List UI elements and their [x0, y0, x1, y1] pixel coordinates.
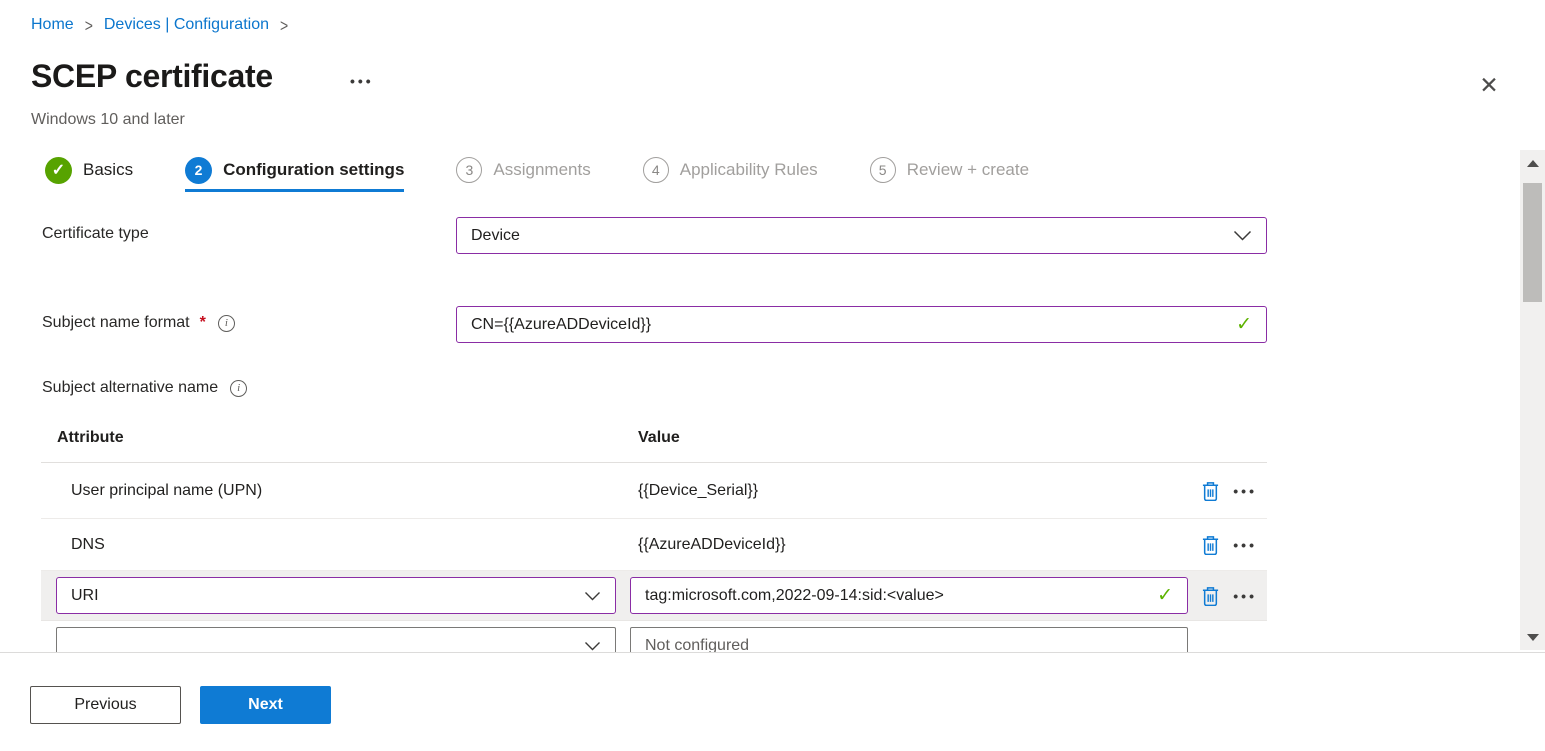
value-input[interactable]: [645, 586, 1150, 605]
wizard-steps: ✓ Basics 2 Configuration settings 3 Assi…: [45, 149, 1081, 192]
attribute-dropdown-value: URI: [71, 586, 99, 604]
subject-name-format-field[interactable]: ✓: [456, 306, 1267, 343]
delete-row-icon[interactable]: [1201, 534, 1220, 555]
step-2-badge: 2: [185, 156, 213, 184]
info-icon[interactable]: i: [230, 379, 248, 397]
column-header-value: Value: [638, 428, 680, 446]
san-table-header: Attribute Value: [41, 413, 1267, 463]
step-assignments-label: Assignments: [493, 160, 591, 179]
step-basics-label: Basics: [83, 160, 134, 179]
wizard-content: ✓ Basics 2 Configuration settings 3 Assi…: [0, 143, 1545, 653]
valid-check-icon: ✓: [1157, 585, 1173, 606]
step-complete-check-icon: ✓: [45, 156, 72, 184]
required-marker: *: [199, 314, 206, 331]
subject-alternative-name-label-text: Subject alternative name: [42, 379, 219, 396]
previous-button[interactable]: Previous: [30, 686, 181, 724]
row-more-icon[interactable]: •••: [1233, 484, 1257, 498]
step-applicability-rules-label: Applicability Rules: [679, 160, 818, 179]
value-field-empty[interactable]: [630, 627, 1188, 652]
breadcrumb: Home > Devices | Configuration >: [31, 15, 299, 35]
value-input-empty[interactable]: [645, 636, 1173, 652]
certificate-type-label-text: Certificate type: [42, 225, 149, 242]
vertical-scrollbar[interactable]: [1520, 150, 1545, 650]
chevron-down-icon: [1233, 230, 1252, 241]
certificate-type-label: Certificate type: [42, 225, 149, 243]
next-button[interactable]: Next: [200, 686, 331, 724]
table-row-editing[interactable]: URI ✓ •••: [41, 571, 1267, 621]
breadcrumb-separator: >: [280, 15, 289, 35]
row-more-icon[interactable]: •••: [1233, 589, 1257, 603]
table-row-new[interactable]: [41, 621, 1267, 652]
step-basics[interactable]: ✓ Basics: [45, 149, 133, 191]
subject-name-format-label: Subject name format * i: [42, 314, 235, 332]
table-row[interactable]: DNS {{AzureADDeviceId}} •••: [41, 519, 1267, 571]
step-review-create-label: Review + create: [906, 160, 1030, 179]
subject-alternative-name-label: Subject alternative name i: [42, 379, 248, 397]
more-actions-icon[interactable]: •••: [350, 74, 374, 88]
breadcrumb-separator: >: [84, 15, 93, 35]
table-row[interactable]: User principal name (UPN) {{Device_Seria…: [41, 463, 1267, 519]
breadcrumb-home[interactable]: Home: [31, 16, 74, 34]
step-configuration-settings[interactable]: 2 Configuration settings: [185, 149, 405, 192]
step-review-create[interactable]: 5 Review + create: [869, 149, 1030, 191]
valid-check-icon: ✓: [1236, 314, 1252, 335]
chevron-down-icon: [584, 641, 601, 651]
step-3-badge: 3: [456, 157, 483, 183]
page-subtitle: Windows 10 and later: [31, 111, 185, 128]
san-table: Attribute Value User principal name (UPN…: [41, 413, 1267, 652]
row-attribute: User principal name (UPN): [71, 481, 263, 499]
value-field[interactable]: ✓: [630, 577, 1188, 614]
scroll-down-icon[interactable]: [1520, 628, 1545, 646]
info-icon[interactable]: i: [217, 314, 235, 332]
close-icon[interactable]: ✕: [1472, 68, 1506, 102]
column-header-attribute: Attribute: [57, 428, 124, 446]
scrollbar-thumb[interactable]: [1523, 183, 1542, 302]
certificate-type-dropdown[interactable]: Device: [456, 217, 1267, 254]
row-attribute: DNS: [71, 535, 105, 553]
wizard-footer: Previous Next: [30, 686, 331, 724]
row-value: {{AzureADDeviceId}}: [638, 535, 786, 553]
step-4-badge: 4: [642, 157, 669, 183]
delete-row-icon[interactable]: [1201, 480, 1220, 501]
step-applicability-rules[interactable]: 4 Applicability Rules: [642, 149, 818, 191]
attribute-dropdown[interactable]: URI: [56, 577, 616, 614]
subject-name-format-input[interactable]: [471, 315, 1229, 334]
step-configuration-settings-label: Configuration settings: [223, 160, 405, 179]
chevron-down-icon: [584, 591, 601, 601]
row-more-icon[interactable]: •••: [1233, 538, 1257, 552]
breadcrumb-devices-configuration[interactable]: Devices | Configuration: [104, 16, 269, 34]
subject-name-format-label-text: Subject name format: [42, 314, 190, 331]
page-title: SCEP certificate: [31, 58, 273, 94]
step-assignments[interactable]: 3 Assignments: [456, 149, 591, 191]
scroll-up-icon[interactable]: [1520, 154, 1545, 172]
row-value: {{Device_Serial}}: [638, 481, 759, 499]
delete-row-icon[interactable]: [1201, 585, 1220, 606]
certificate-type-value: Device: [471, 226, 520, 244]
step-5-badge: 5: [869, 157, 896, 183]
attribute-dropdown-empty[interactable]: [56, 627, 616, 652]
